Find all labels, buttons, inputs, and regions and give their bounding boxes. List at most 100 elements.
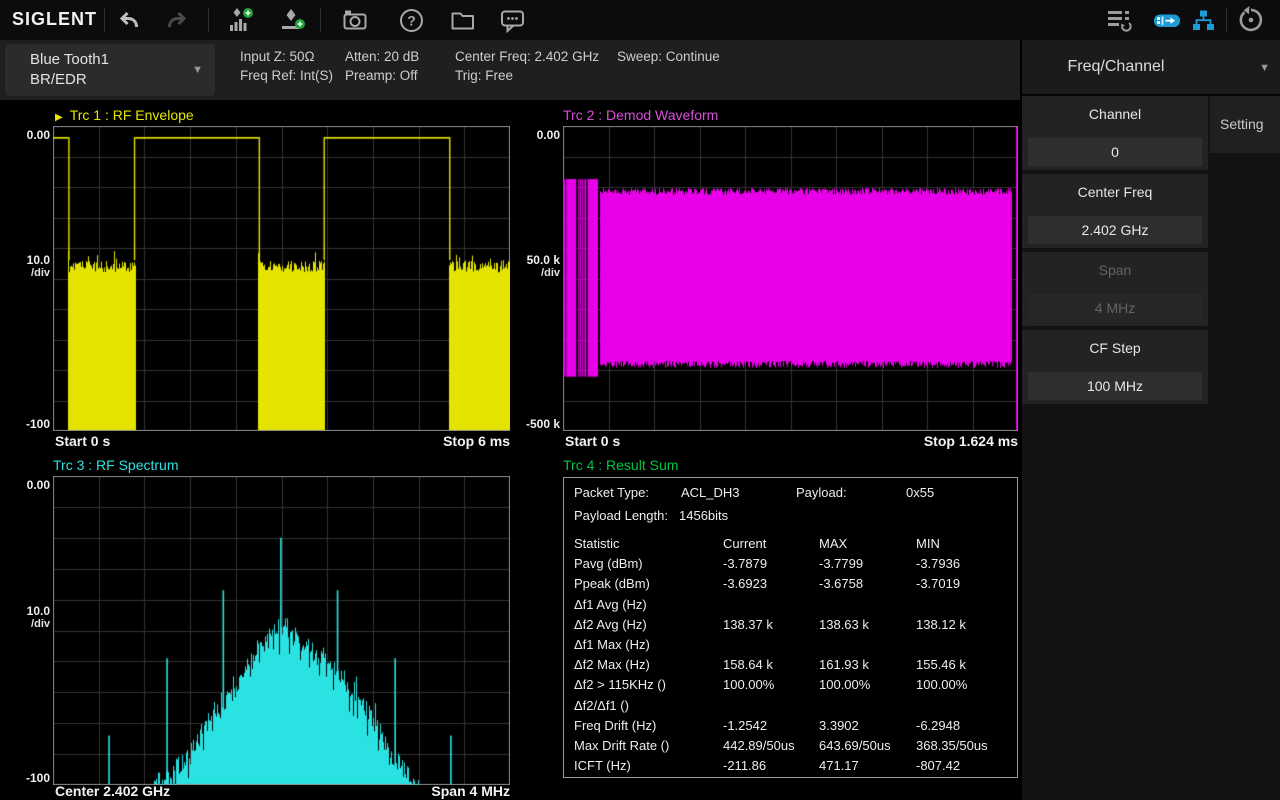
- trc3-plot[interactable]: [53, 476, 510, 785]
- preamp-value: Preamp: Off: [345, 66, 419, 85]
- preset-button[interactable]: [1234, 5, 1268, 35]
- table-cell: 138.12 k: [916, 617, 966, 632]
- center-freq-value: Center Freq: 2.402 GHz: [455, 47, 599, 66]
- preset-icon: [1236, 5, 1266, 35]
- trc1-y-scale-label: 10.0: [6, 253, 50, 267]
- table-cell: Δf2 Max (Hz): [574, 657, 650, 672]
- measure-mode-dropdown[interactable]: Blue Tooth1 BR/EDR ▼: [5, 44, 215, 96]
- input-z-value: Input Z: 50Ω: [240, 47, 333, 66]
- trigger-value: Trig: Free: [455, 66, 599, 85]
- sweep-settings: Sweep: Continue: [617, 47, 720, 66]
- trc2-y-div-label: /div: [516, 267, 560, 279]
- table-cell: 100.00%: [819, 677, 870, 692]
- table-row: Packet Type: ACL_DH3 Payload: 0x55: [564, 485, 1017, 508]
- add-marker-icon: [227, 6, 255, 34]
- table-cell: ACL_DH3: [681, 485, 740, 500]
- table-cell: ICFT (Hz): [574, 758, 631, 773]
- table-cell: 100.00%: [916, 677, 967, 692]
- trc2-canvas: [563, 126, 1018, 431]
- table-cell: Δf1 Max (Hz): [574, 637, 650, 652]
- table-cell: Payload:: [796, 485, 847, 500]
- screenshot-button[interactable]: [338, 5, 372, 35]
- trc1-plot[interactable]: [53, 126, 510, 431]
- trc1-x-stop-label: Stop 6 ms: [310, 433, 510, 449]
- trc1-x-start-label: Start 0 s: [55, 433, 110, 449]
- channel-value-field[interactable]: 0: [1028, 138, 1202, 166]
- menu-header[interactable]: Freq/Channel ▼: [1022, 40, 1280, 96]
- table-cell: 643.69/50us: [819, 738, 891, 753]
- help-button[interactable]: ?: [394, 5, 428, 35]
- redo-icon: [164, 7, 190, 33]
- menu-item-label: Span: [1022, 262, 1208, 278]
- trc2-plot[interactable]: [563, 126, 1018, 431]
- table-cell: 0x55: [906, 485, 934, 500]
- trc2-x-start-label: Start 0 s: [565, 433, 620, 449]
- table-cell: -3.7936: [916, 556, 960, 571]
- menu-item-label: Center Freq: [1022, 184, 1208, 200]
- table-cell: Payload Length:: [574, 508, 668, 523]
- table-row: Payload Length: 1456bits: [564, 508, 1017, 531]
- table-cell: -3.7019: [916, 576, 960, 591]
- expand-arrow-icon[interactable]: ▶: [55, 112, 63, 123]
- table-cell: -3.6923: [723, 576, 767, 591]
- menu-item-channel[interactable]: Channel 0: [1022, 96, 1208, 170]
- trc1-title: ▶Trc 1 : RF Envelope: [55, 107, 194, 123]
- table-row: Δf2/Δf1 (): [564, 698, 1017, 718]
- chat-icon: [499, 7, 527, 34]
- table-cell: 1456bits: [679, 508, 728, 523]
- menu-title: Freq/Channel: [1022, 58, 1210, 76]
- table-cell: Packet Type:: [574, 485, 649, 500]
- message-button[interactable]: [496, 5, 530, 35]
- trc2-x-stop-label: Stop 1.624 ms: [818, 433, 1018, 449]
- menu-item-cf-step[interactable]: CF Step 100 MHz: [1022, 330, 1208, 404]
- atten-value: Atten: 20 dB: [345, 47, 419, 66]
- usb-status-button[interactable]: [1150, 5, 1184, 35]
- usb-icon: [1153, 7, 1181, 34]
- table-cell: -3.6758: [819, 576, 863, 591]
- center-freq-value-field[interactable]: 2.402 GHz: [1028, 216, 1202, 244]
- trc3-y-div-label: /div: [6, 618, 50, 630]
- table-cell: Max Drift Rate (): [574, 738, 669, 753]
- redo-button[interactable]: [160, 5, 194, 35]
- menu-item-span: Span 4 MHz: [1022, 252, 1208, 326]
- input-settings: Input Z: 50Ω Freq Ref: Int(S): [240, 47, 333, 85]
- tab-setting[interactable]: Setting: [1210, 96, 1280, 153]
- table-cell: 368.35/50us: [916, 738, 988, 753]
- table-cell: 471.17: [819, 758, 859, 773]
- menu-item-label: CF Step: [1022, 340, 1208, 356]
- help-icon: ?: [398, 7, 425, 34]
- add-peak-marker-icon: [279, 6, 307, 34]
- table-row: Δf2 Max (Hz)158.64 k161.93 k155.46 k: [564, 657, 1017, 677]
- table-cell: 100.00%: [723, 677, 774, 692]
- undo-button[interactable]: [112, 5, 146, 35]
- lan-status-button[interactable]: [1186, 5, 1220, 35]
- add-peak-marker-button[interactable]: [276, 5, 310, 35]
- brand-logo: SIGLENT: [12, 9, 97, 30]
- toolbar-separator: [1226, 8, 1227, 32]
- table-cell: 155.46 k: [916, 657, 966, 672]
- trc2-y-scale-label: 50.0 k: [516, 253, 560, 267]
- lan-icon: [1190, 7, 1217, 34]
- add-marker-button[interactable]: [224, 5, 258, 35]
- system-menu-icon: [1104, 6, 1134, 34]
- freq-ref-value: Freq Ref: Int(S): [240, 66, 333, 85]
- table-row: Δf1 Avg (Hz): [564, 597, 1017, 617]
- table-cell: Pavg (dBm): [574, 556, 643, 571]
- table-cell: Ppeak (dBm): [574, 576, 650, 591]
- system-menu-button[interactable]: [1102, 5, 1136, 35]
- cf-step-value-field[interactable]: 100 MHz: [1028, 372, 1202, 400]
- table-row: Δf2 > 115KHz () 100.00% 100.00% 100.00%: [564, 677, 1017, 697]
- table-cell: Δf2 Avg (Hz): [574, 617, 647, 632]
- table-cell: 442.89/50us: [723, 738, 795, 753]
- table-cell: -211.86: [723, 758, 766, 773]
- menu-item-center-freq[interactable]: Center Freq 2.402 GHz: [1022, 174, 1208, 248]
- table-cell: Δf2 > 115KHz (): [574, 677, 666, 692]
- file-manager-button[interactable]: [446, 5, 480, 35]
- table-row: Pavg (dBm)-3.7879-3.7799-3.7936: [564, 556, 1017, 576]
- table-row: Freq Drift (Hz)-1.25423.3902-6.2948: [564, 718, 1017, 738]
- table-cell: -1.2542: [723, 718, 767, 733]
- table-cell: -6.2948: [916, 718, 960, 733]
- trc1-y-bottom-label: -100: [6, 417, 50, 431]
- folder-icon: [449, 7, 477, 33]
- table-row: Max Drift Rate () 442.89/50us 643.69/50us 3…: [564, 738, 1017, 758]
